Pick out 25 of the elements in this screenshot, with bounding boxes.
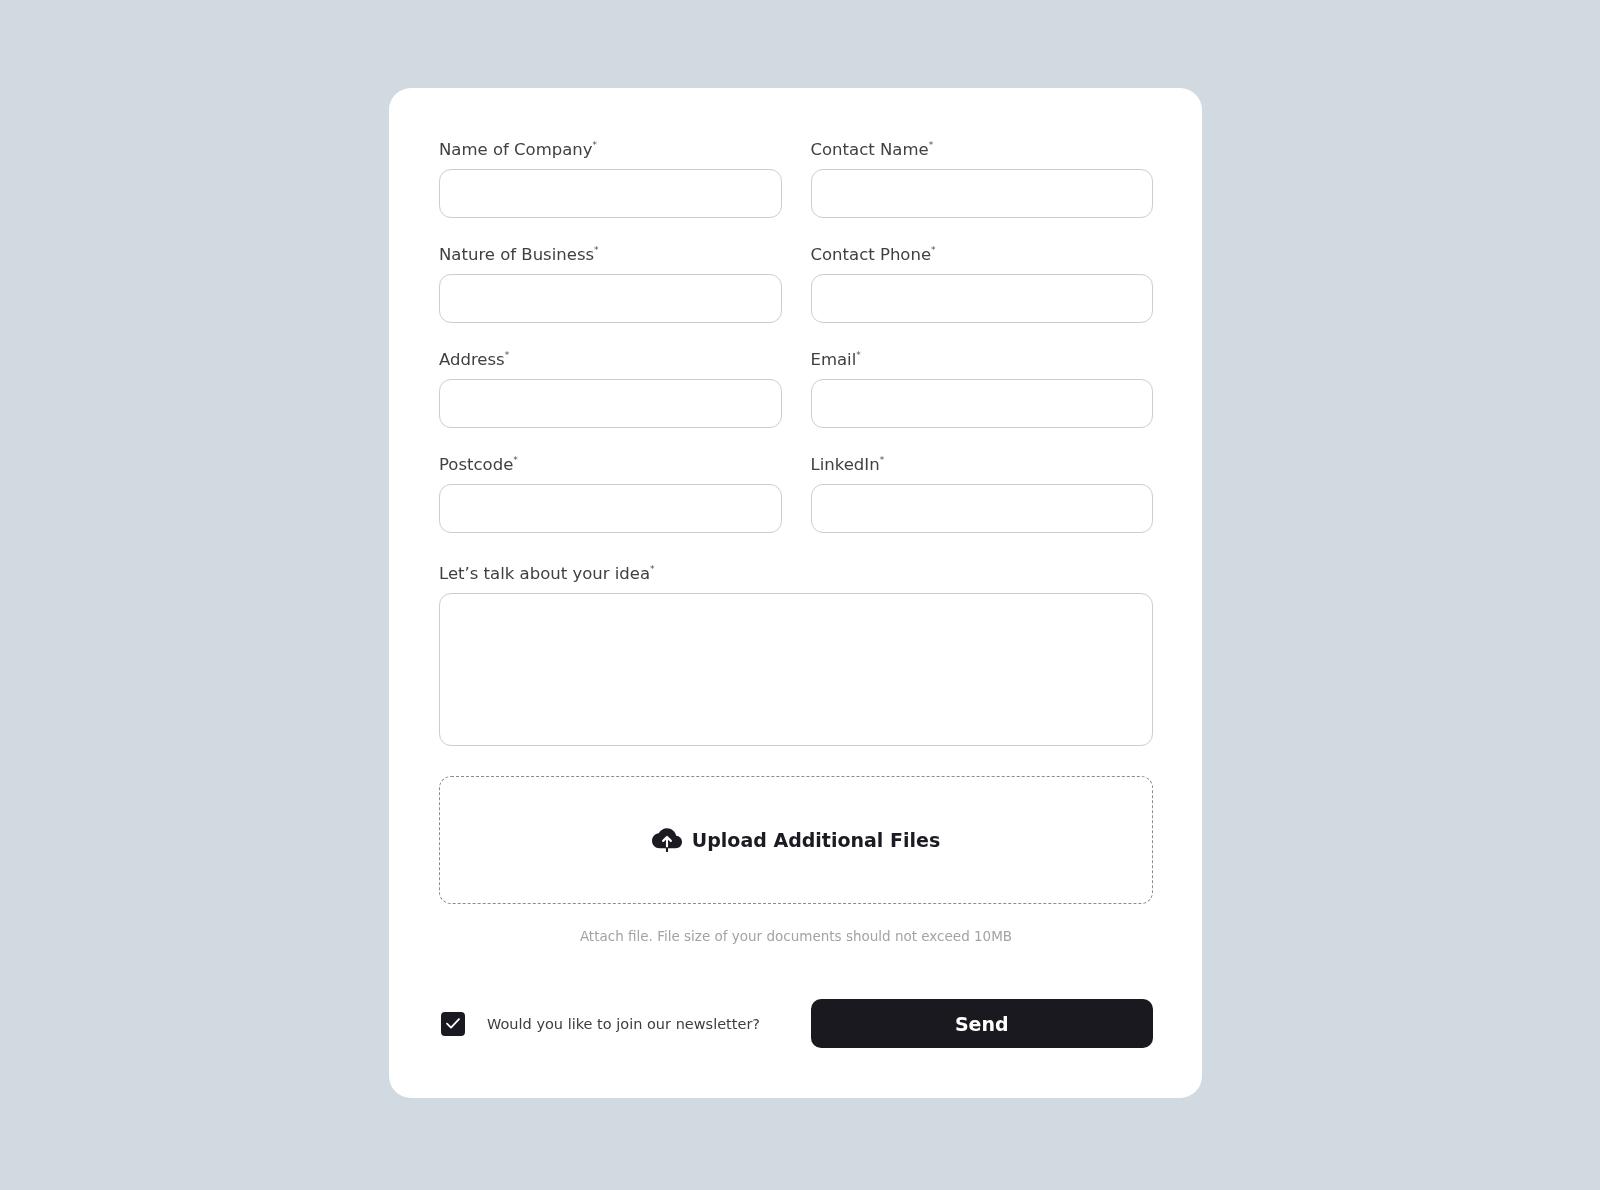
input-field[interactable]	[810, 169, 1153, 218]
hint-text: Attach file. File size of your documents should not exceed 10MB	[579, 927, 1013, 945]
field-label: LinkedIn$^{*}$	[810, 454, 885, 476]
field-label: Postcode$^{*}$	[439, 454, 518, 476]
cloud-upload-icon	[651, 828, 682, 852]
input-field[interactable]	[439, 484, 782, 533]
input-field[interactable]	[810, 274, 1153, 323]
input-field[interactable]	[810, 484, 1153, 533]
field-label: Email$^{*}$	[810, 349, 861, 371]
field-label: Address$^{*}$	[439, 349, 510, 371]
input-field[interactable]	[810, 379, 1153, 428]
field-label: Let’s talk about your idea$^{*}$	[439, 563, 655, 585]
send-button[interactable]: Send	[810, 999, 1153, 1048]
checkmark-icon	[446, 1018, 460, 1029]
input-field[interactable]	[439, 379, 782, 428]
upload-dropzone[interactable]: Upload Additional Files	[439, 776, 1153, 904]
checkbox-label: Would you like to join our newsletter?	[487, 1014, 761, 1034]
field-label: Nature of Business$^{*}$	[439, 244, 599, 266]
field-label: Name of Company$^{*}$	[439, 139, 598, 161]
text-area-field[interactable]	[439, 593, 1153, 746]
input-field[interactable]	[439, 169, 782, 218]
checkbox[interactable]	[441, 1011, 465, 1036]
input-field[interactable]	[439, 274, 782, 323]
field-label: Contact Phone$^{*}$	[810, 244, 936, 266]
field-label: Contact Name$^{*}$	[810, 139, 934, 161]
